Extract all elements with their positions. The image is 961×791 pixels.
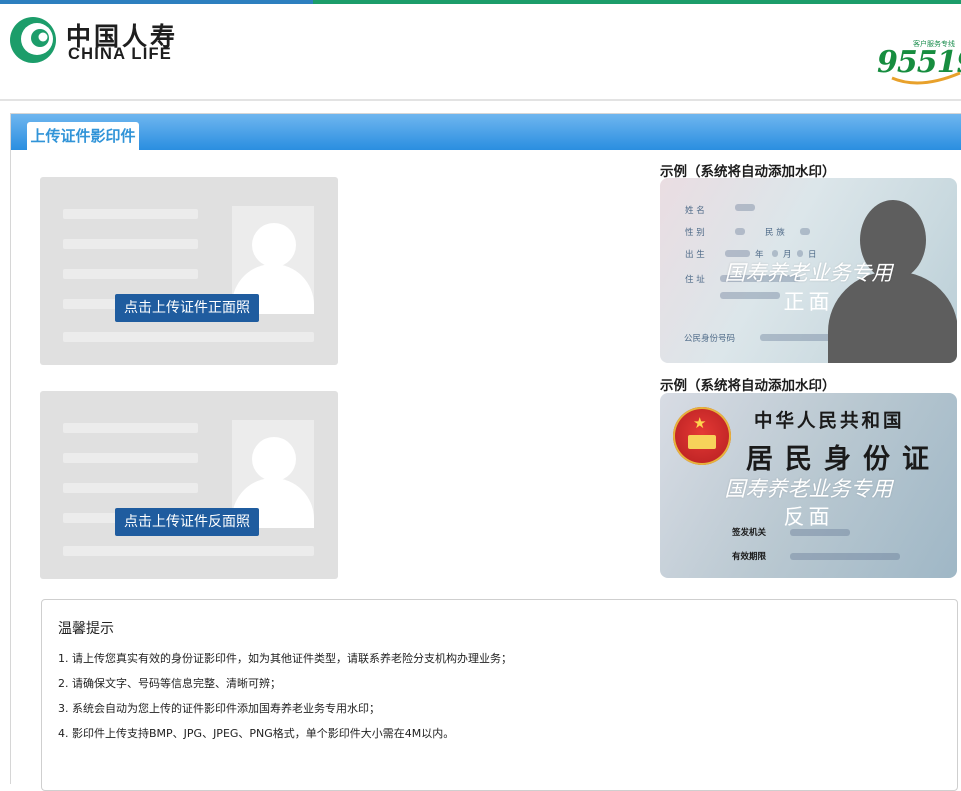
blurred-value <box>735 204 755 211</box>
tips-title: 温馨提示 <box>58 621 114 637</box>
upload-front-card[interactable]: 点击上传证件正面照 <box>40 177 338 365</box>
hotline-swoosh-icon <box>891 71 961 85</box>
tip-item: 3. 系统会自动为您上传的证件影印件添加国寿养老业务专用水印； <box>58 702 380 715</box>
placeholder-line <box>63 332 314 342</box>
blurred-value <box>790 553 900 560</box>
header-divider <box>0 99 961 101</box>
field-label-ethnicity: 民 族 <box>765 228 785 238</box>
page-header: 中国人寿 CHINA LIFE 客户服务专线 95519 <box>0 4 961 99</box>
blurred-value <box>735 228 745 235</box>
placeholder-line <box>63 483 198 493</box>
country-name: 中华人民共和国 <box>754 411 905 432</box>
watermark-text: 国寿养老业务专用 <box>724 477 893 501</box>
id-card-title: 居民身份证 <box>746 444 941 475</box>
field-label-name: 姓 名 <box>685 206 705 216</box>
brand-name-en: CHINA LIFE <box>68 45 172 63</box>
blurred-value <box>725 250 750 257</box>
tip-item: 1. 请上传您真实有效的身份证影印件，如为其他证件类型，请联系养老险分支机构办理… <box>58 652 512 665</box>
tab-upload-id-copy[interactable]: 上传证件影印件 <box>27 122 139 150</box>
example-label-back: 示例（系统将自动添加水印） <box>660 378 836 394</box>
placeholder-line <box>63 546 314 556</box>
sample-id-front: 姓 名 性 别 民 族 出 生 年 月 日 住 址 公民身份号码 国寿养老业务专… <box>660 178 957 363</box>
upload-front-button[interactable]: 点击上传证件正面照 <box>115 294 259 322</box>
placeholder-line <box>63 423 198 433</box>
watermark-text: 国寿养老业务专用 <box>724 261 893 285</box>
upload-back-button[interactable]: 点击上传证件反面照 <box>115 508 259 536</box>
blurred-value <box>772 250 778 257</box>
placeholder-line <box>63 453 198 463</box>
sample-id-back: ★ 中华人民共和国 居民身份证 签发机关 有效期限 国寿养老业务专用 反面 <box>660 393 957 578</box>
field-label-id-number: 公民身份号码 <box>684 334 736 344</box>
field-label-sex: 性 别 <box>685 228 705 238</box>
tab-bar <box>11 114 961 150</box>
tips-list: 1. 请上传您真实有效的身份证影印件，如为其他证件类型，请联系养老险分支机构办理… <box>58 652 512 752</box>
placeholder-line <box>63 209 198 219</box>
upload-back-card[interactable]: 点击上传证件反面照 <box>40 391 338 579</box>
national-emblem-icon: ★ <box>673 407 731 465</box>
watermark-side-label: 正面 <box>783 290 834 314</box>
tip-item: 2. 请确保文字、号码等信息完整、清晰可辨； <box>58 677 281 690</box>
blurred-value <box>797 250 803 257</box>
blurred-value <box>800 228 810 235</box>
field-label-validity: 有效期限 <box>732 552 767 562</box>
watermark-side-label: 反面 <box>783 505 834 529</box>
china-life-logo-icon <box>10 17 56 63</box>
tip-item: 4. 影印件上传支持BMP、JPG、JPEG、PNG格式，单个影印件大小需在4M… <box>58 727 455 740</box>
example-label-front: 示例（系统将自动添加水印） <box>660 164 836 180</box>
placeholder-line <box>63 269 198 279</box>
placeholder-line <box>63 239 198 249</box>
tips-panel: 温馨提示 1. 请上传您真实有效的身份证影印件，如为其他证件类型，请联系养老险分… <box>41 599 958 791</box>
